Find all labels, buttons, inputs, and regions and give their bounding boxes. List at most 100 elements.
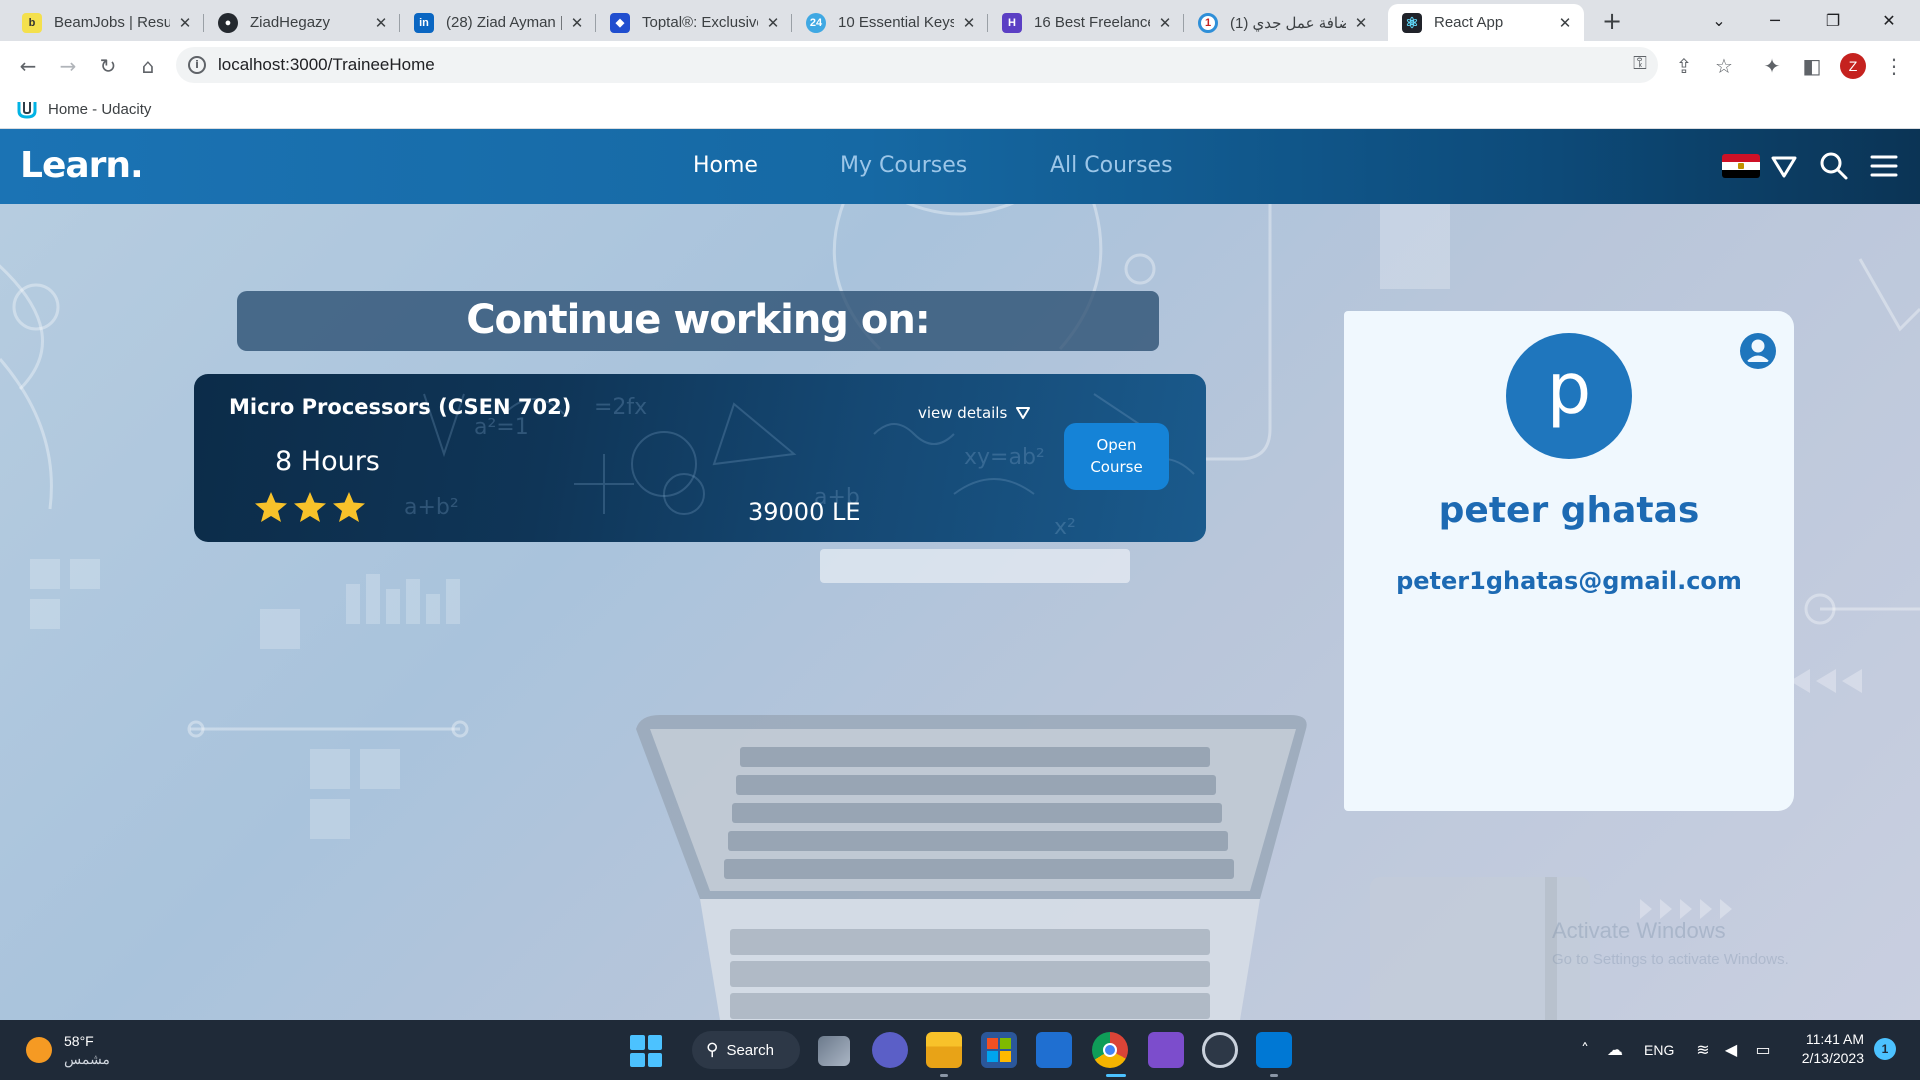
open-course-label-line1: Open: [1096, 436, 1137, 454]
close-tab-icon[interactable]: ✕: [764, 14, 782, 32]
tab-search-chevron-icon[interactable]: ⌄: [1696, 6, 1742, 36]
chrome-active-indicator: [1106, 1074, 1126, 1077]
back-arrow-icon[interactable]: ←: [14, 53, 42, 81]
windows-taskbar: 58°F مشمس ⚲ Search ˄ ☁ ENG ≋ ◀ ▭ 11:41 A…: [0, 1020, 1920, 1080]
page-viewport: Learn. Home My Courses All Courses Conti…: [0, 129, 1920, 1020]
vscode-icon[interactable]: [1256, 1032, 1292, 1068]
svg-text:a+b²: a+b²: [404, 495, 459, 520]
user-account-icon[interactable]: [1738, 331, 1778, 371]
weather-condition: مشمس: [64, 1051, 110, 1067]
share-icon[interactable]: ⇪: [1670, 53, 1698, 81]
tab-title: 16 Best Freelance: [1034, 14, 1150, 31]
profile-email: peter1ghatas@gmail.com: [1396, 567, 1742, 595]
open-course-button[interactable]: Open Course: [1064, 423, 1169, 490]
profile-avatar[interactable]: Z: [1840, 53, 1866, 79]
tab-title: BeamJobs | Resum: [54, 14, 170, 31]
volume-icon[interactable]: ◀: [1720, 1040, 1742, 1059]
extensions-puzzle-icon[interactable]: ✦: [1758, 53, 1786, 81]
chrome-icon[interactable]: [1092, 1032, 1128, 1068]
menu-kebab-icon[interactable]: ⋮: [1880, 53, 1908, 81]
close-tab-icon[interactable]: ✕: [1156, 14, 1174, 32]
restore-icon[interactable]: ❐: [1810, 6, 1856, 36]
clock-date[interactable]: 2/13/2023: [1794, 1050, 1864, 1066]
course-title[interactable]: Micro Processors (CSEN 702): [229, 395, 571, 419]
bookmarks-bar: Home - Udacity: [0, 91, 1920, 129]
svg-text:x²: x²: [1054, 515, 1076, 540]
sun-weather-icon: [26, 1037, 52, 1063]
show-hidden-icons-chevron-icon[interactable]: ˄: [1574, 1040, 1596, 1059]
activate-windows-subtext: Go to Settings to activate Windows.: [1552, 951, 1789, 968]
taskbar-search-button[interactable]: ⚲ Search: [692, 1031, 800, 1069]
site-logo[interactable]: Learn.: [20, 145, 144, 186]
new-tab-plus-icon[interactable]: +: [1598, 8, 1626, 36]
key-icon[interactable]: ⚿: [1628, 53, 1652, 74]
mail-icon[interactable]: [1036, 1032, 1072, 1068]
tab-essential-keys[interactable]: 24 10 Essential Keys ✕: [792, 4, 988, 41]
notification-badge[interactable]: 1: [1874, 1038, 1896, 1060]
tab-title: Toptal®: Exclusive: [642, 14, 758, 31]
url-text[interactable]: localhost:3000/TraineeHome: [218, 55, 435, 75]
weather-widget[interactable]: 58°F مشمس: [26, 1032, 110, 1068]
address-bar[interactable]: i localhost:3000/TraineeHome ⚿: [176, 47, 1658, 83]
star-icon: [294, 492, 326, 522]
egypt-flag-icon[interactable]: [1722, 154, 1760, 178]
home-icon[interactable]: ⌂: [134, 53, 162, 81]
course-hours: 8 Hours: [275, 446, 380, 477]
battery-icon[interactable]: ▭: [1752, 1040, 1774, 1059]
onedrive-icon[interactable]: ☁: [1604, 1040, 1626, 1059]
close-window-icon[interactable]: ✕: [1866, 6, 1912, 36]
close-tab-icon[interactable]: ✕: [1352, 14, 1370, 32]
tab-beamjobs[interactable]: b BeamJobs | Resum ✕: [8, 4, 204, 41]
reload-icon[interactable]: ↻: [94, 53, 122, 81]
bookmark-udacity[interactable]: Home - Udacity: [16, 99, 151, 119]
file-explorer-icon[interactable]: [926, 1032, 962, 1068]
star-icon: [255, 492, 287, 522]
tab-toptal[interactable]: ◆ Toptal®: Exclusive ✕: [596, 4, 792, 41]
site-navbar: Learn. Home My Courses All Courses: [0, 129, 1920, 204]
microsoft-store-icon[interactable]: [981, 1032, 1017, 1068]
bookmark-label: Home - Udacity: [48, 100, 152, 118]
view-details-toggle[interactable]: view details: [918, 404, 1031, 422]
star-icon: [333, 492, 365, 522]
language-dropdown-triangle-icon[interactable]: [1767, 149, 1801, 183]
beamjobs-icon: b: [22, 12, 42, 33]
tab-mostaql[interactable]: 1 (1) إضافة عمل جدي ✕: [1184, 4, 1380, 41]
nav-my-courses-link[interactable]: My Courses: [840, 153, 967, 178]
forward-arrow-icon[interactable]: →: [54, 53, 82, 81]
tab-github[interactable]: ● ZiadHegazy ✕: [204, 4, 400, 41]
tab-react-app[interactable]: ⚛ React App ✕: [1388, 4, 1584, 41]
close-tab-icon[interactable]: ✕: [568, 14, 586, 32]
close-tab-icon[interactable]: ✕: [1556, 14, 1574, 32]
tab-linkedin[interactable]: in (28) Ziad Ayman | ✕: [400, 4, 596, 41]
eclipse-icon[interactable]: [1202, 1032, 1238, 1068]
nav-home-link[interactable]: Home: [693, 153, 758, 178]
close-tab-icon[interactable]: ✕: [372, 14, 390, 32]
hamburger-menu-icon[interactable]: [1867, 149, 1901, 183]
nav-all-courses-link[interactable]: All Courses: [1050, 153, 1173, 178]
teams-chat-icon[interactable]: [872, 1032, 908, 1068]
toptal-icon: ◆: [610, 12, 630, 33]
tab-title: ZiadHegazy: [250, 14, 331, 31]
chevron-down-triangle-icon: [1016, 407, 1031, 419]
tab-title: React App: [1434, 14, 1504, 31]
site-info-icon[interactable]: i: [188, 56, 206, 74]
close-tab-icon[interactable]: ✕: [176, 14, 194, 32]
minimize-icon[interactable]: ─: [1752, 6, 1798, 36]
close-tab-icon[interactable]: ✕: [960, 14, 978, 32]
task-view-icon[interactable]: [818, 1036, 850, 1066]
clock-time[interactable]: 11:41 AM: [1800, 1031, 1864, 1047]
side-panel-icon[interactable]: ◧: [1798, 53, 1826, 81]
tab-freelance[interactable]: H 16 Best Freelance ✕: [988, 4, 1184, 41]
visual-studio-icon[interactable]: [1148, 1032, 1184, 1068]
language-indicator[interactable]: ENG: [1644, 1042, 1674, 1058]
browser-toolbar: ← → ↻ ⌂ i localhost:3000/TraineeHome ⚿ ⇪…: [0, 41, 1920, 91]
continue-working-heading-bar: Continue working on:: [237, 291, 1159, 351]
search-icon[interactable]: [1817, 149, 1851, 183]
activate-windows-watermark: Activate Windows: [1552, 918, 1726, 943]
course-card[interactable]: a²=1 =2fx a+b xy=ab² a+b² x² Micro Proce…: [194, 374, 1206, 542]
windows-start-icon[interactable]: [630, 1035, 662, 1067]
wifi-icon[interactable]: ≋: [1692, 1040, 1714, 1059]
browser-tab-strip: b BeamJobs | Resum ✕ ● ZiadHegazy ✕ in (…: [0, 0, 1920, 41]
bookmark-star-icon[interactable]: ☆: [1710, 53, 1738, 81]
svg-text:xy=ab²: xy=ab²: [964, 445, 1045, 470]
